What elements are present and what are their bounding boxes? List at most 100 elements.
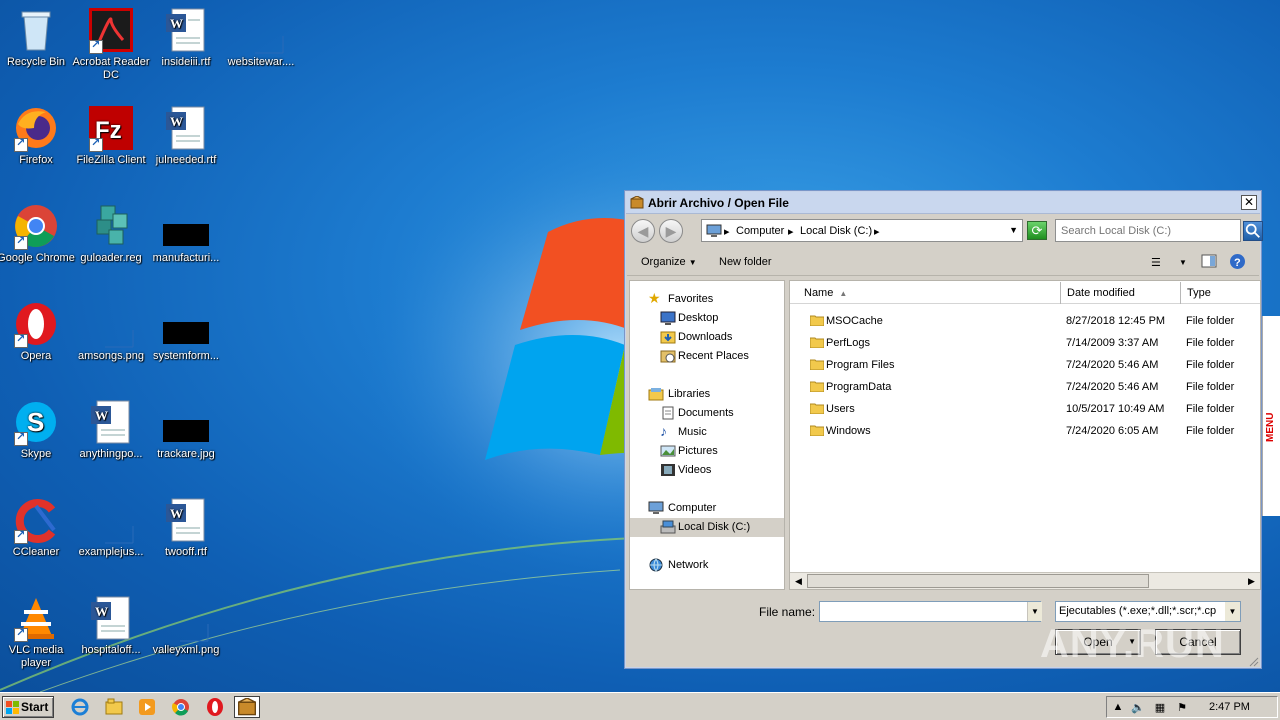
desktop-icon-insideiii[interactable]: W insideiii.rtf: [147, 6, 225, 69]
close-button[interactable]: ✕: [1241, 195, 1257, 210]
desktop-icon-chrome[interactable]: Google Chrome: [0, 202, 75, 265]
media-player-icon[interactable]: [137, 697, 157, 717]
table-row[interactable]: ProgramData 7/24/2020 5:46 AM File folde…: [790, 376, 1260, 398]
refresh-button[interactable]: ⟳: [1027, 221, 1047, 240]
desktop-icon-vlc[interactable]: VLC media player: [0, 594, 75, 670]
explorer-icon[interactable]: [104, 697, 124, 717]
chrome-icon[interactable]: [171, 697, 191, 717]
nav-desktop[interactable]: Desktop: [630, 309, 784, 328]
nav-computer[interactable]: Computer: [630, 499, 784, 518]
column-header-name[interactable]: Name ▲: [790, 282, 1061, 304]
table-row[interactable]: Users 10/5/2017 10:49 AM File folder: [790, 398, 1260, 420]
start-button[interactable]: Start: [2, 696, 54, 718]
taskbar-open-file-app[interactable]: [234, 696, 260, 718]
table-row[interactable]: Program Files 7/24/2020 5:46 AM File fol…: [790, 354, 1260, 376]
nav-pictures[interactable]: Pictures: [630, 442, 784, 461]
action-center-flag-icon[interactable]: ⚑: [1175, 701, 1189, 715]
desktop-icon-trackare[interactable]: trackare.jpg: [147, 398, 225, 461]
nav-documents[interactable]: Documents: [630, 404, 784, 423]
computer-icon: [648, 501, 664, 514]
preview-pane-button[interactable]: [1201, 254, 1217, 271]
column-header-type[interactable]: Type: [1181, 282, 1260, 304]
folder-icon: [810, 315, 824, 326]
search-button[interactable]: [1243, 221, 1263, 241]
desktop-icon-anythingpo[interactable]: W anythingpo...: [72, 398, 150, 461]
search-box[interactable]: [1055, 219, 1241, 242]
opera-icon[interactable]: [205, 697, 225, 717]
folder-icon: [810, 403, 824, 414]
table-row[interactable]: MSOCache 8/27/2018 12:45 PM File folder: [790, 310, 1260, 332]
svg-text:?: ?: [1234, 257, 1241, 269]
internet-explorer-icon[interactable]: [70, 697, 90, 717]
desktop-icon-filezilla[interactable]: Fz FileZilla Client: [72, 104, 150, 167]
view-options-icon[interactable]: ☰: [1151, 256, 1161, 269]
nav-downloads[interactable]: Downloads: [630, 328, 784, 347]
resize-grip-icon[interactable]: [1247, 655, 1259, 667]
desktop-icon-hospitaloff[interactable]: W hospitaloff...: [72, 594, 150, 657]
back-button[interactable]: ◀: [631, 219, 655, 243]
file-name-dropdown-icon[interactable]: ▼: [1027, 602, 1042, 621]
scroll-left-icon[interactable]: ◀: [791, 574, 806, 588]
desktop-icon-julneeded[interactable]: W julneeded.rtf: [147, 104, 225, 167]
nav-local-disk[interactable]: Local Disk (C:): [630, 518, 784, 537]
background-window-edge[interactable]: MENU: [1262, 316, 1280, 516]
table-row[interactable]: Windows 7/24/2020 6:05 AM File folder: [790, 420, 1260, 442]
nav-favorites[interactable]: ★ Favorites: [630, 290, 784, 309]
libraries-icon: [648, 388, 664, 401]
view-dropdown-icon[interactable]: ▼: [1179, 258, 1187, 267]
table-row[interactable]: PerfLogs 7/14/2009 3:37 AM File folder: [790, 332, 1260, 354]
desktop-icon-valleyxml[interactable]: valleyxml.png: [147, 594, 225, 657]
file-type-dropdown-icon[interactable]: ▼: [1225, 602, 1240, 621]
file-type-select[interactable]: Ejecutables (*.exe;*.dll;*.scr;*.cp: [1055, 601, 1241, 622]
nav-libraries[interactable]: Libraries: [630, 385, 784, 404]
nav-network[interactable]: Network: [630, 556, 784, 575]
desktop-icon-firefox[interactable]: Firefox: [0, 104, 75, 167]
horizontal-scrollbar[interactable]: ◀ ▶: [790, 572, 1260, 589]
volume-icon[interactable]: 🔈: [1131, 701, 1145, 715]
nav-recent-places[interactable]: Recent Places: [630, 347, 784, 366]
address-dropdown-icon[interactable]: ▼: [1009, 225, 1018, 235]
scroll-right-icon[interactable]: ▶: [1244, 574, 1259, 588]
dialog-title-bar[interactable]: Abrir Archivo / Open File ✕: [626, 192, 1260, 214]
network-tray-icon[interactable]: ▦: [1153, 701, 1167, 715]
organize-button[interactable]: Organize ▼: [641, 256, 697, 268]
new-folder-button[interactable]: New folder: [719, 256, 772, 268]
nav-music[interactable]: ♪ Music: [630, 423, 784, 442]
desktop-icon-ccleaner[interactable]: CCleaner: [0, 496, 75, 559]
clock[interactable]: 2:47 PM: [1209, 701, 1250, 713]
scrollbar-thumb[interactable]: [807, 574, 1149, 588]
breadcrumb-computer[interactable]: Computer: [736, 225, 784, 237]
svg-text:W: W: [95, 604, 108, 619]
show-hidden-icons-icon[interactable]: ▲: [1111, 701, 1125, 715]
documents-icon: [662, 406, 674, 420]
nav-videos[interactable]: Videos: [630, 461, 784, 480]
vlc-icon: [12, 594, 60, 642]
svg-text:W: W: [170, 16, 183, 31]
breadcrumb-local-disk[interactable]: Local Disk (C:): [800, 225, 872, 237]
desktop-icon-opera[interactable]: Opera: [0, 300, 75, 363]
desktop-icon-examplejus[interactable]: examplejus...: [72, 496, 150, 559]
desktop-icon-recycle-bin[interactable]: Recycle Bin: [0, 6, 75, 69]
forward-button[interactable]: ▶: [659, 219, 683, 243]
desktop-icon-twooff[interactable]: W twooff.rtf: [147, 496, 225, 559]
desktop-icon-websitewar[interactable]: websitewar....: [222, 6, 300, 69]
word-doc-icon: W: [162, 6, 210, 54]
desktop-icon-acrobat[interactable]: Acrobat Reader DC: [72, 6, 150, 82]
address-bar[interactable]: ▸ Computer ▸ Local Disk (C:) ▸ ▼: [701, 219, 1023, 242]
recycle-bin-icon: [12, 6, 60, 54]
chevron-right-icon: ▸: [788, 226, 794, 238]
desktop-icon-guloader[interactable]: guloader.reg: [72, 202, 150, 265]
desktop-icon-systemform[interactable]: systemform...: [147, 300, 225, 363]
file-name-input[interactable]: [819, 601, 1041, 622]
desktop-icon-skype[interactable]: S Skype: [0, 398, 75, 461]
firefox-icon: [12, 104, 60, 152]
column-header-date[interactable]: Date modified: [1061, 282, 1181, 304]
back-arrow-icon: ◀: [637, 223, 649, 239]
command-toolbar: Organize ▼ New folder ☰ ▼ ?: [627, 249, 1259, 276]
blank-file-icon: [87, 496, 135, 544]
help-button[interactable]: ?: [1229, 253, 1246, 273]
desktop-icon-manufacturi[interactable]: manufacturi...: [147, 202, 225, 265]
desktop-icon-amsongs[interactable]: amsongs.png: [72, 300, 150, 363]
downloads-icon: [660, 331, 676, 344]
search-input[interactable]: [1056, 220, 1226, 241]
